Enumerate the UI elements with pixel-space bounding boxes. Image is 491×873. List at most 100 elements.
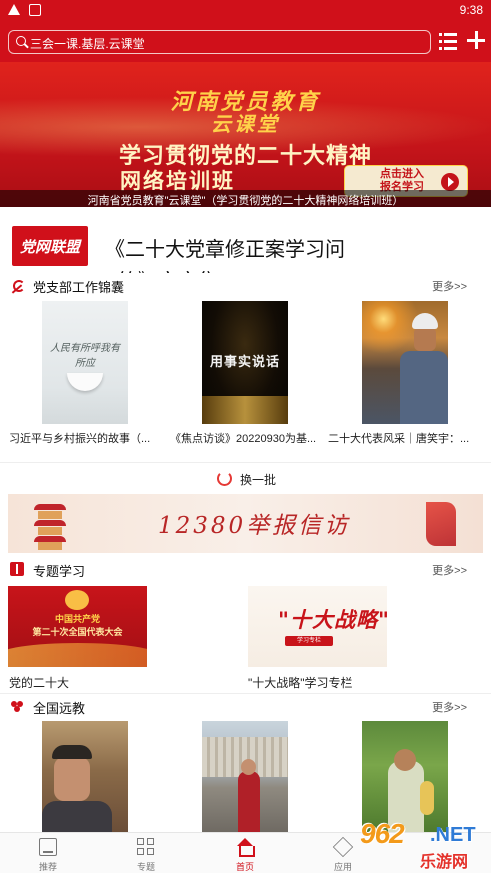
video-caption[interactable]: 《焦点访谈》20220930为基... [170, 430, 322, 446]
topic-art-line1: 中国共产党 [54, 614, 100, 624]
home-icon [236, 838, 255, 857]
refresh-label: 换一批 [240, 473, 277, 487]
watermark-number: 962 [360, 818, 405, 849]
temple-roof [34, 520, 66, 526]
flag-image [426, 502, 456, 546]
book-icon [10, 562, 24, 576]
warning-icon [8, 4, 20, 15]
grid-cell [137, 848, 144, 855]
section-title: 全国远教 [33, 701, 86, 716]
list-line-icon [444, 40, 457, 43]
search-icon [16, 36, 26, 46]
grid-cell [147, 838, 154, 845]
banner-title-line1b: 云课堂 [211, 112, 280, 136]
search-text: 三会一课.基层.云课堂 [30, 37, 145, 51]
cube-icon [332, 836, 354, 858]
party-emblem-icon [10, 278, 25, 292]
headline-card[interactable]: 党网联盟 《二十大党章修正案学习问 答》文字集 [0, 207, 491, 273]
status-time: 9:38 [459, 3, 483, 17]
person-hat-image [52, 745, 92, 759]
list-bullet-icon [439, 40, 442, 43]
video-caption[interactable]: 习近平与乡村振兴的故事（... [9, 430, 161, 446]
thumbnail-art-text: 人民有所呼我有所应 [50, 343, 120, 369]
headline-title: 《二十大党章修正案学习问 [105, 239, 345, 261]
top-bar: 三会一课.基层.云课堂 [0, 22, 491, 62]
headline-title-cut: 答》文字集 [118, 265, 218, 273]
temple-roof [34, 504, 66, 510]
play-icon [441, 173, 459, 191]
banner-caption: 河南省党员教育"云课堂"（学习贯彻党的二十大精神网络培训班） [87, 195, 404, 207]
section-title: 专题学习 [33, 564, 86, 579]
nav-home[interactable]: 首页 [210, 833, 280, 873]
farmer-head-image [394, 749, 416, 771]
status-bar: 9:38 [0, 0, 491, 22]
topic-art-line2: 第二十次全国代表大会 [32, 627, 123, 637]
remote-thumbnail[interactable] [202, 721, 288, 832]
temple-wall [38, 542, 62, 550]
list-menu-button[interactable] [439, 32, 457, 50]
video-thumbnail[interactable] [362, 301, 448, 424]
report-banner-text: 12380举报信访 [158, 513, 351, 539]
grid-cell [147, 848, 154, 855]
watermark-net: .NET [430, 824, 476, 846]
site-watermark: 962 .NET 乐游网 [360, 818, 488, 871]
logo-text: 党网联盟 [19, 239, 80, 256]
temple-wall [38, 527, 62, 535]
video-thumbnail[interactable]: 人民有所呼我有所应 [42, 301, 128, 424]
banner-caption-bar: 河南省党员教育"云课堂"（学习贯彻党的二十大精神网络培训班） [0, 190, 491, 207]
more-link[interactable]: 更多>> [432, 699, 467, 715]
party-emblem-image [65, 590, 89, 610]
list-line-icon [444, 33, 457, 36]
notification-icon [29, 4, 41, 16]
person-head-image [241, 759, 256, 775]
section-title: 党支部工作锦囊 [33, 280, 125, 295]
party-net-logo: 党网联盟 [12, 226, 88, 266]
document-icon [39, 838, 57, 856]
nav-label: 首页 [235, 862, 254, 872]
nav-topics[interactable]: 专题 [111, 833, 181, 873]
nav-label: 推荐 [38, 862, 57, 872]
section-header-topics: 专题学习 更多>> [0, 557, 491, 581]
temple-wall [38, 511, 62, 519]
grid-cell [137, 838, 144, 845]
remote-thumbnail[interactable] [362, 721, 448, 832]
list-line-icon [444, 47, 457, 50]
grid-icon [137, 838, 155, 856]
watermark-site: 乐游网 [420, 854, 469, 871]
report-banner[interactable]: 12380举报信访 [8, 494, 483, 553]
bowl-image [67, 373, 103, 391]
thumbnail-art-text: 用事实说话 [209, 354, 280, 369]
search-input[interactable]: 三会一课.基层.云课堂 [8, 30, 431, 54]
list-bullet-icon [439, 33, 442, 36]
refresh-batch-button[interactable]: 换一批 [0, 462, 491, 494]
video-caption[interactable]: 二十大代表风采｜唐笑宇：... [328, 430, 480, 446]
topic-caption[interactable]: "十大战略"学习专栏 [248, 674, 353, 691]
section-header-party-work: 党支部工作锦囊 更多>> [0, 273, 491, 297]
topic-art-tag-text: 学习专栏 [296, 638, 321, 644]
corn-image [420, 781, 434, 815]
video-thumbnail[interactable]: 用事实说话 [202, 301, 288, 424]
list-bullet-icon [439, 47, 442, 50]
thumbnail-glow [202, 396, 288, 424]
worker-face-image [414, 327, 436, 351]
nav-label: 专题 [136, 862, 155, 872]
person-face-image [54, 757, 90, 801]
refresh-icon [217, 471, 232, 486]
wave-decoration [8, 643, 147, 667]
section-header-remote: 全国远教 更多>> [0, 693, 491, 717]
more-link[interactable]: 更多>> [432, 278, 467, 294]
topic-thumbnail[interactable]: 中国共产党 第二十次全国代表大会 [8, 586, 147, 667]
hero-banner[interactable]: 河南党员教育 云课堂 学习贯彻党的二十大精神 网络培训班 点击进入 报名学习 河… [0, 62, 491, 207]
person-image [238, 771, 260, 832]
worker-image [400, 351, 448, 424]
nav-recommend[interactable]: 推荐 [13, 833, 83, 873]
temple-image [30, 502, 70, 550]
topic-art-text: "十大战略" [278, 607, 387, 632]
add-button[interactable] [467, 31, 485, 49]
person-coat-image [42, 801, 112, 832]
more-link[interactable]: 更多>> [432, 562, 467, 578]
flower-icon [10, 699, 24, 713]
topic-caption[interactable]: 党的二十大 [9, 674, 69, 691]
topic-thumbnail[interactable]: "十大战略" 学习专栏 [248, 586, 387, 667]
remote-thumbnail[interactable] [42, 721, 128, 832]
